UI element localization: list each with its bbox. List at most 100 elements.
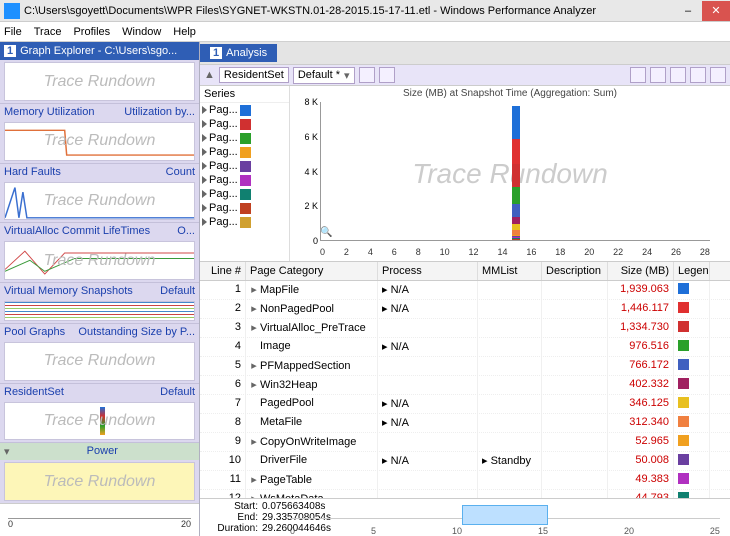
section-head-power[interactable]: ▾Power bbox=[0, 442, 199, 460]
chart-bars bbox=[320, 102, 710, 241]
table-row[interactable]: 4Image▸ N/A976.516 bbox=[200, 338, 730, 357]
table-row[interactable]: 7PagedPool▸ N/A346.125 bbox=[200, 395, 730, 414]
timeline-scrubber[interactable]: 0510152025 bbox=[290, 501, 720, 534]
graph-thumb[interactable]: Trace Rundown bbox=[4, 241, 195, 280]
table-row[interactable]: 10DriverFile▸ N/A▸ Standby50.008 bbox=[200, 452, 730, 471]
section-head-poolgraphs[interactable]: Pool GraphsOutstanding Size by P... bbox=[0, 323, 199, 340]
table-row[interactable]: 9▸CopyOnWriteImage52.965 bbox=[200, 433, 730, 452]
chart-bar-segment bbox=[512, 238, 520, 239]
maximize-icon[interactable] bbox=[690, 67, 706, 83]
series-item[interactable]: Pag... bbox=[200, 159, 289, 173]
legend-swatch bbox=[678, 416, 689, 427]
section-head-residentset[interactable]: ResidentSetDefault bbox=[0, 383, 199, 400]
graph-thumb[interactable]: Trace Rundown bbox=[4, 342, 195, 381]
table-row[interactable]: 2▸NonPagedPool▸ N/A1,446.117 bbox=[200, 300, 730, 319]
series-item[interactable]: Pag... bbox=[200, 173, 289, 187]
series-item[interactable]: Pag... bbox=[200, 117, 289, 131]
graph-thumb[interactable] bbox=[4, 301, 195, 321]
minimize-button[interactable]: – bbox=[674, 1, 702, 21]
col-line[interactable]: Line # bbox=[200, 262, 246, 280]
chart-bar-segment bbox=[512, 187, 520, 204]
graph-type-dropdown[interactable]: ResidentSet bbox=[219, 67, 289, 83]
section-head-vmsnapshots[interactable]: Virtual Memory SnapshotsDefault bbox=[0, 282, 199, 299]
main-menu: File Trace Profiles Window Help bbox=[0, 22, 730, 42]
close-button[interactable]: ✕ bbox=[702, 1, 730, 21]
col-size[interactable]: Size (MB) bbox=[608, 262, 674, 280]
expand-icon[interactable]: ▸ bbox=[250, 473, 258, 486]
chart-bar-segment bbox=[512, 139, 520, 164]
expand-icon[interactable]: ▸ bbox=[250, 321, 258, 334]
series-swatch bbox=[240, 161, 251, 172]
chart-x-axis: 0246810121416182022242628 bbox=[320, 247, 710, 257]
series-item[interactable]: Pag... bbox=[200, 131, 289, 145]
legend-swatch bbox=[678, 321, 689, 332]
series-item[interactable]: Pag... bbox=[200, 187, 289, 201]
menu-profiles[interactable]: Profiles bbox=[73, 26, 110, 38]
tab-analysis[interactable]: 1Analysis bbox=[200, 44, 277, 62]
graph-thumb[interactable]: Trace Rundown bbox=[4, 462, 195, 501]
analysis-toolbar: ▲ ResidentSet Default *▾ bbox=[200, 64, 730, 86]
table-row[interactable]: 6▸Win32Heap402.332 bbox=[200, 376, 730, 395]
chart-area: Series Pag...Pag...Pag...Pag...Pag...Pag… bbox=[200, 86, 730, 262]
table-row[interactable]: 3▸VirtualAlloc_PreTrace1,334.730 bbox=[200, 319, 730, 338]
view-split-icon[interactable] bbox=[650, 67, 666, 83]
series-item[interactable]: Pag... bbox=[200, 201, 289, 215]
view-chart-icon[interactable] bbox=[630, 67, 646, 83]
col-mmlist[interactable]: MMList bbox=[478, 262, 542, 280]
expand-icon[interactable] bbox=[202, 218, 207, 226]
menu-window[interactable]: Window bbox=[122, 26, 161, 38]
save-preset-icon[interactable] bbox=[359, 67, 375, 83]
expand-icon[interactable]: ▸ bbox=[250, 435, 258, 448]
expand-icon[interactable] bbox=[202, 176, 207, 184]
table-header: Line # Page Category Process MMList Desc… bbox=[200, 262, 730, 281]
graph-thumb[interactable]: Trace Rundown bbox=[4, 182, 195, 221]
close-panel-icon[interactable] bbox=[710, 67, 726, 83]
series-label: Pag... bbox=[209, 146, 238, 158]
graph-thumb[interactable]: Trace Rundown bbox=[4, 62, 195, 101]
series-label: Pag... bbox=[209, 118, 238, 130]
section-head-hardfaults[interactable]: Hard FaultsCount bbox=[0, 163, 199, 180]
chart-bar-segment bbox=[512, 217, 520, 224]
expand-icon[interactable] bbox=[202, 106, 207, 114]
table-row[interactable]: 1▸MapFile▸ N/A1,939.063 bbox=[200, 281, 730, 300]
menu-trace[interactable]: Trace bbox=[34, 26, 62, 38]
graph-thumb[interactable]: Trace Rundown bbox=[4, 402, 195, 441]
expand-icon[interactable] bbox=[202, 120, 207, 128]
expand-icon[interactable]: ▸ bbox=[250, 283, 258, 296]
series-swatch bbox=[240, 217, 251, 228]
zoom-icon[interactable]: 🔍 bbox=[320, 227, 334, 241]
col-page-category[interactable]: Page Category bbox=[246, 262, 378, 280]
options-icon[interactable] bbox=[379, 67, 395, 83]
table-row[interactable]: 5▸PFMappedSection766.172 bbox=[200, 357, 730, 376]
table-row[interactable]: 11▸PageTable49.383 bbox=[200, 471, 730, 490]
col-description[interactable]: Description bbox=[542, 262, 608, 280]
expand-icon[interactable] bbox=[202, 162, 207, 170]
series-swatch bbox=[240, 147, 251, 158]
section-head-memory[interactable]: Memory UtilizationUtilization by... bbox=[0, 103, 199, 120]
table-row[interactable]: 8MetaFile▸ N/A312.340 bbox=[200, 414, 730, 433]
series-swatch bbox=[240, 105, 251, 116]
expand-icon[interactable] bbox=[202, 134, 207, 142]
series-item[interactable]: Pag... bbox=[200, 215, 289, 229]
chart-plot[interactable]: Size (MB) at Snapshot Time (Aggregation:… bbox=[290, 86, 730, 261]
expand-icon[interactable] bbox=[202, 204, 207, 212]
view-table-icon[interactable] bbox=[670, 67, 686, 83]
col-legend[interactable]: Legend bbox=[674, 262, 710, 280]
series-header: Series bbox=[200, 86, 289, 103]
graph-thumb[interactable]: Trace Rundown bbox=[4, 122, 195, 161]
series-item[interactable]: Pag... bbox=[200, 145, 289, 159]
table-row[interactable]: 12▸WsMetaData44.793 bbox=[200, 490, 730, 498]
expand-icon[interactable]: ▸ bbox=[250, 378, 258, 391]
section-head-virtualalloc[interactable]: VirtualAlloc Commit LifeTimesO... bbox=[0, 222, 199, 239]
menu-help[interactable]: Help bbox=[173, 26, 196, 38]
menu-file[interactable]: File bbox=[4, 26, 22, 38]
left-timeline[interactable]: 020 bbox=[0, 503, 199, 536]
expand-icon[interactable]: ▸ bbox=[250, 359, 258, 372]
expand-icon[interactable] bbox=[202, 148, 207, 156]
expand-icon[interactable] bbox=[202, 190, 207, 198]
preset-dropdown[interactable]: Default *▾ bbox=[293, 67, 355, 84]
col-process[interactable]: Process bbox=[378, 262, 478, 280]
expand-icon[interactable]: ▸ bbox=[250, 302, 258, 315]
series-swatch bbox=[240, 175, 251, 186]
series-item[interactable]: Pag... bbox=[200, 103, 289, 117]
